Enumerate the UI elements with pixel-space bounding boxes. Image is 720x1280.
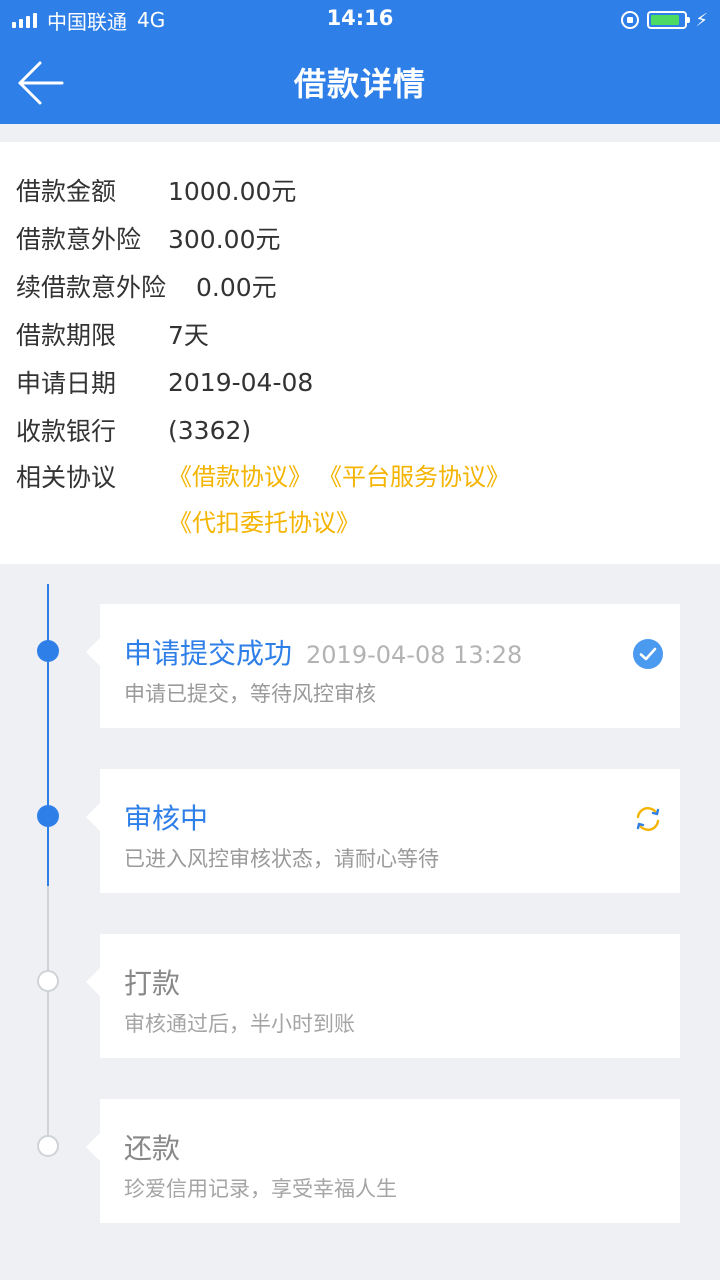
- detail-row-insurance: 借款意外险 300.00元: [16, 214, 704, 262]
- detail-value: 300.00元: [168, 225, 281, 254]
- timeline-step-submitted: 申请提交成功 2019-04-08 13:28 申请已提交，等待风控审核: [37, 604, 680, 728]
- detail-value: 1000.00元: [168, 177, 297, 206]
- step-title: 审核中: [124, 802, 209, 835]
- step-desc: 珍爱信用记录，享受幸福人生: [124, 1177, 397, 1201]
- check-circle-icon: [633, 639, 663, 669]
- detail-value: (3362): [168, 415, 252, 445]
- step-desc: 已进入风控审核状态，请耐心等待: [124, 847, 439, 871]
- detail-label: 借款意外险: [16, 225, 142, 254]
- timeline-line-completed: [47, 584, 49, 886]
- timeline-dot: [37, 805, 59, 827]
- clock: 14:16: [326, 6, 394, 30]
- withhold-authorization-agreement-link[interactable]: 《代扣委托协议》: [168, 500, 360, 546]
- progress-timeline: 申请提交成功 2019-04-08 13:28 申请已提交，等待风控审核 审核中…: [0, 564, 720, 1223]
- detail-row-bank: 收款银行 (3362): [16, 406, 704, 454]
- detail-label: 借款金额: [16, 177, 117, 206]
- refresh-icon: [636, 807, 660, 831]
- detail-row-term: 借款期限 7天: [16, 310, 704, 358]
- timeline-step-reviewing: 审核中 已进入风控审核状态，请耐心等待: [37, 769, 680, 893]
- detail-label: 续借款意外险: [16, 273, 167, 302]
- detail-label: 收款银行: [16, 417, 117, 446]
- step-title: 打款: [124, 967, 181, 1000]
- timeline-dot: [37, 970, 59, 992]
- detail-value: 0.00元: [196, 273, 277, 302]
- detail-value: 2019-04-08: [168, 367, 314, 397]
- step-time: 2019-04-08 13:28: [306, 641, 523, 669]
- loan-agreement-link[interactable]: 《借款协议》: [168, 454, 312, 500]
- timeline-dot: [37, 640, 59, 662]
- battery-icon: [647, 11, 691, 29]
- step-title: 申请提交成功: [124, 637, 293, 670]
- nav-bar: 借款详情: [0, 40, 720, 124]
- step-desc: 申请已提交，等待风控审核: [124, 682, 376, 706]
- loan-details-panel: 借款金额 1000.00元 借款意外险 300.00元 续借款意外险 0.00元…: [0, 142, 720, 564]
- detail-row-amount: 借款金额 1000.00元: [16, 166, 704, 214]
- app-header: 中国联通 4G 14:16 ⚡ 借款详情: [0, 0, 720, 124]
- back-arrow-icon[interactable]: [16, 58, 66, 108]
- timeline-step-repayment: 还款 珍爱信用记录，享受幸福人生: [37, 1099, 680, 1223]
- agreements-row: 相关协议 《借款协议》 《平台服务协议》 《代扣委托协议》: [16, 454, 704, 546]
- step-title: 还款: [124, 1132, 181, 1165]
- step-desc: 审核通过后，半小时到账: [124, 1012, 355, 1036]
- detail-label: 借款期限: [16, 321, 117, 350]
- timeline-dot: [37, 1135, 59, 1157]
- timeline-line-pending: [47, 886, 49, 1146]
- platform-service-agreement-link[interactable]: 《平台服务协议》: [318, 454, 510, 500]
- detail-value: 7天: [168, 321, 209, 350]
- status-bar: 中国联通 4G 14:16 ⚡: [0, 0, 720, 40]
- detail-label: 相关协议: [16, 463, 117, 492]
- detail-label: 申请日期: [16, 369, 117, 398]
- page-title: 借款详情: [293, 65, 426, 103]
- timeline-step-disbursement: 打款 审核通过后，半小时到账: [37, 934, 680, 1058]
- detail-row-renew-insurance: 续借款意外险 0.00元: [16, 262, 704, 310]
- detail-row-date: 申请日期 2019-04-08: [16, 358, 704, 406]
